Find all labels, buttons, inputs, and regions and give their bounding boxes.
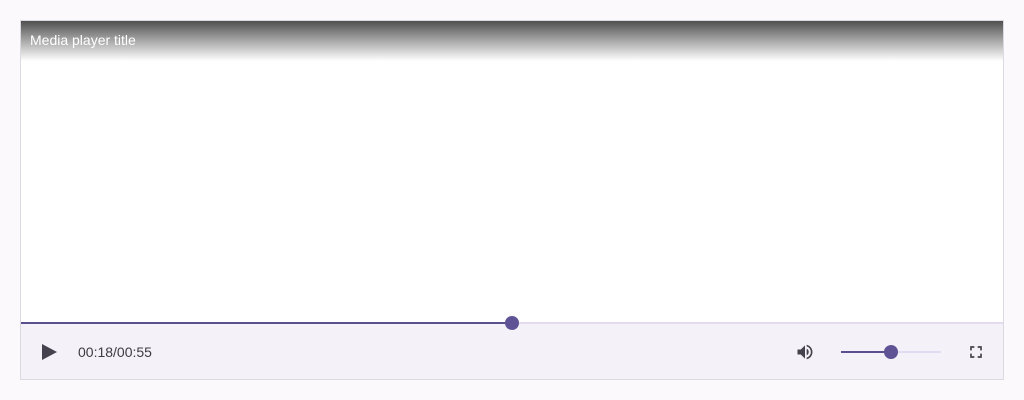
play-button[interactable] bbox=[35, 338, 63, 366]
fullscreen-button[interactable] bbox=[962, 338, 990, 366]
title-bar: Media player title bbox=[21, 21, 1003, 61]
media-title: Media player title bbox=[30, 32, 136, 48]
time-display: 00:18/00:55 bbox=[78, 344, 152, 360]
play-icon bbox=[42, 344, 57, 360]
volume-thumb[interactable] bbox=[884, 345, 898, 359]
seek-progress-fill bbox=[21, 322, 512, 324]
volume-button[interactable] bbox=[792, 339, 818, 365]
seek-slider[interactable] bbox=[21, 316, 1003, 330]
media-player: Media player title 00:18/00:55 bbox=[20, 20, 1004, 380]
volume-icon bbox=[797, 344, 813, 360]
seek-thumb[interactable] bbox=[505, 316, 519, 330]
fullscreen-icon bbox=[970, 346, 982, 358]
video-viewport[interactable] bbox=[21, 21, 1003, 323]
volume-slider[interactable] bbox=[841, 345, 941, 359]
